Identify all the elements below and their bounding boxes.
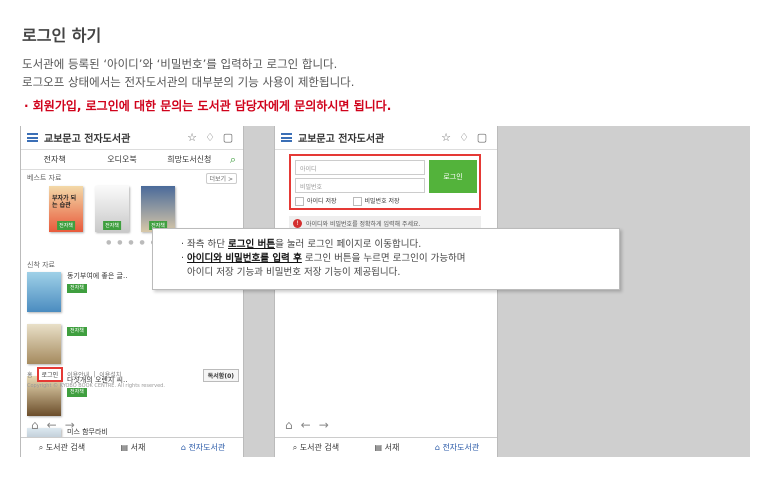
- warning-text: 아이디와 비밀번호를 정확하게 입력해 주세요.: [306, 220, 421, 228]
- page-title: 로그인 하기: [22, 26, 102, 45]
- app-header: 교보문고 전자도서관 ☆ ♢ ▢: [21, 126, 243, 150]
- checkbox-icon: [295, 197, 304, 206]
- save-pw-checkbox[interactable]: 비밀번호 저장: [352, 196, 400, 206]
- elibrary-button[interactable]: ⌂ 전자도서관: [435, 442, 479, 453]
- ebook-badge: 전자책: [67, 284, 87, 293]
- book-cover: [27, 272, 61, 312]
- app-title: 교보문고 전자도서관: [298, 134, 385, 145]
- list-item[interactable]: 동기부여에 좋은 글.. 전자책: [27, 272, 133, 318]
- library-search-button[interactable]: ⌕ 도서관 검색: [39, 442, 85, 453]
- bell-icon[interactable]: ♢: [201, 131, 219, 144]
- star-icon[interactable]: ☆: [437, 131, 455, 144]
- phone-main-screen: 교보문고 전자도서관 ☆ ♢ ▢ 전자책 오디오북 희망도서신청 ⌕ 베스트 자…: [20, 126, 244, 457]
- checkbox-icon: [352, 197, 362, 206]
- elibrary-label: 전자도서관: [188, 443, 226, 452]
- book-cover[interactable]: 전자책: [141, 186, 175, 232]
- shelf-label: 서재: [384, 443, 400, 452]
- more-button[interactable]: 더보기 >: [205, 172, 237, 184]
- book-title: 부자가 되는 습관: [52, 195, 77, 209]
- copyright: Copyright © KYOBO BOOK CENTRE. All right…: [27, 383, 165, 389]
- bottom-bar: ⌕ 도서관 검색 ▤ 서재 ⌂ 전자도서관: [21, 437, 243, 457]
- footer-guide[interactable]: 이용안내: [67, 370, 89, 379]
- ebook-badge: 전자책: [103, 221, 121, 230]
- home-icon[interactable]: ⌂: [285, 418, 301, 432]
- back-icon[interactable]: ←: [301, 418, 319, 432]
- tab-ebook[interactable]: 전자책: [21, 154, 88, 165]
- book-icon[interactable]: ▢: [473, 131, 491, 144]
- book-title: 동기부여에 좋은 글..: [67, 272, 128, 280]
- ebook-badge: 전자책: [57, 221, 75, 230]
- password-input[interactable]: 비밀번호: [295, 178, 425, 193]
- ebook-badge: 전자책: [67, 388, 87, 397]
- tab-audiobook[interactable]: 오디오북: [88, 154, 155, 165]
- menu-icon[interactable]: [27, 133, 38, 142]
- screenshot-stage: 교보문고 전자도서관 ☆ ♢ ▢ 전자책 오디오북 희망도서신청 ⌕ 베스트 자…: [20, 126, 750, 457]
- tooltip-line-1: · 좌측 하단 로그인 버튼을 눌러 로그인 페이지로 이동합니다.: [181, 239, 422, 250]
- forward-icon[interactable]: →: [319, 418, 337, 432]
- warning-icon: !: [293, 218, 302, 228]
- bell-icon[interactable]: ♢: [455, 131, 473, 144]
- search-icon[interactable]: ⌕: [223, 153, 243, 167]
- home-icon[interactable]: ⌂: [31, 418, 47, 432]
- bottom-bar: ⌕ 도서관 검색 ▤ 서재 ⌂ 전자도서관: [275, 437, 497, 457]
- book-cover[interactable]: 전자책: [95, 186, 129, 232]
- bestseller-label: 베스트 자료: [27, 174, 62, 182]
- save-pw-label: 비밀번호 저장: [364, 198, 400, 205]
- app-header: 교보문고 전자도서관 ☆ ♢ ▢: [275, 126, 497, 150]
- library-search-button[interactable]: ⌕ 도서관 검색: [293, 442, 339, 453]
- menu-icon[interactable]: [281, 133, 292, 142]
- book-cover: [27, 376, 61, 416]
- login-form: 아이디 비밀번호 로그인 아이디 저장 비밀번호 저장: [289, 154, 481, 210]
- save-id-label: 아이디 저장: [307, 198, 337, 205]
- instruction-tooltip: · 좌측 하단 로그인 버튼을 눌러 로그인 페이지로 이동합니다. · 아이디…: [152, 228, 620, 290]
- elibrary-button[interactable]: ⌂ 전자도서관: [181, 442, 225, 453]
- notice-text: · 회원가입, 로그인에 대한 문의는 도서관 담당자에게 문의하시면 됩니다.: [24, 99, 392, 113]
- library-search-label: 도서관 검색: [45, 443, 86, 452]
- category-tabs: 전자책 오디오북 희망도서신청 ⌕: [21, 150, 243, 170]
- elibrary-label: 전자도서관: [442, 443, 480, 452]
- phone-login-screen: 교보문고 전자도서관 ☆ ♢ ▢ 아이디 비밀번호 로그인 아이디 저장 비밀번…: [274, 126, 498, 457]
- app-title: 교보문고 전자도서관: [44, 134, 131, 145]
- nav-buttons: ⌂←→: [31, 418, 83, 432]
- save-id-checkbox[interactable]: 아이디 저장: [295, 196, 337, 206]
- forward-icon[interactable]: →: [65, 418, 83, 432]
- login-button[interactable]: 로그인: [429, 160, 477, 193]
- login-link[interactable]: 로그인: [36, 367, 64, 382]
- nav-buttons: ⌂←→: [285, 418, 337, 432]
- tooltip-line-3: 아이디 저장 기능과 비밀번호 저장 기능이 제공됩니다.: [187, 266, 401, 278]
- list-item[interactable]: 전자책: [27, 324, 133, 370]
- shelf-button[interactable]: ▤ 서재: [121, 442, 146, 453]
- reading-box-button[interactable]: 독서함(0): [202, 369, 239, 382]
- star-icon[interactable]: ☆: [183, 131, 201, 144]
- library-search-label: 도서관 검색: [299, 443, 340, 452]
- tooltip-line-2: · 아이디와 비밀번호를 입력 후 로그인 버튼을 누르면 로그인이 가능하며: [181, 252, 466, 264]
- ebook-badge: 전자책: [67, 327, 87, 336]
- shelf-label: 서재: [130, 443, 146, 452]
- book-cover[interactable]: 부자가 되는 습관 전자책: [49, 186, 83, 232]
- description-line-2: 로그오프 상태에서는 전자도서관의 대부분의 기능 사용이 제한됩니다.: [22, 75, 355, 89]
- tab-request[interactable]: 희망도서신청: [156, 154, 223, 165]
- book-cover: [27, 324, 61, 364]
- back-icon[interactable]: ←: [47, 418, 65, 432]
- description-line-1: 도서관에 등록된 ‘아이디’와 ‘비밀번호’를 입력하고 로그인 합니다.: [22, 57, 338, 71]
- footer-home[interactable]: 홈: [27, 370, 33, 379]
- book-icon[interactable]: ▢: [219, 131, 237, 144]
- footer-links: 홈 로그인 이용안내 | 이용설치: [27, 367, 121, 382]
- footer-app[interactable]: 이용설치: [99, 370, 121, 379]
- bestseller-header: 베스트 자료 더보기 >: [21, 170, 243, 186]
- save-options: 아이디 저장 비밀번호 저장: [295, 196, 400, 206]
- id-input[interactable]: 아이디: [295, 160, 425, 175]
- shelf-button[interactable]: ▤ 서재: [375, 442, 400, 453]
